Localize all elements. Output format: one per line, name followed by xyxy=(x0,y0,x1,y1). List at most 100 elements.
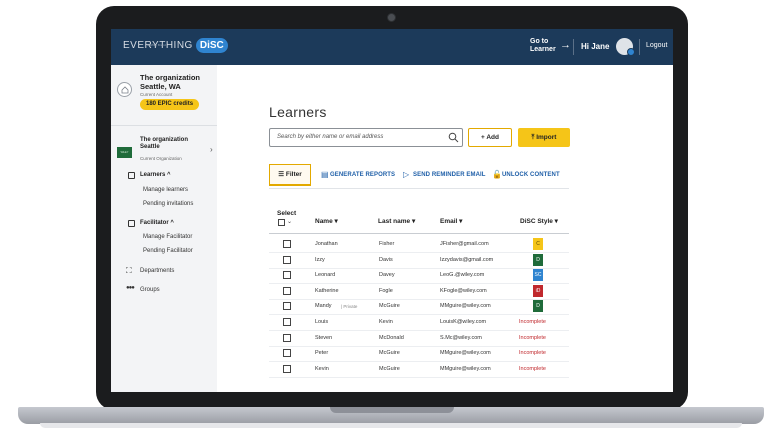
unlock-content-button[interactable]: UNLOCK CONTENT xyxy=(502,172,560,178)
row-checkbox[interactable] xyxy=(283,364,291,373)
unlock-icon: 🔓 xyxy=(492,170,502,179)
import-button[interactable]: ⤒ Import xyxy=(518,128,570,147)
select-column-header: Select xyxy=(277,210,297,217)
toolbar-divider xyxy=(269,188,569,189)
sliders-icon: ☰ xyxy=(278,171,286,178)
cell-name: Izzy xyxy=(315,256,325,263)
sidebar-item-manage-learners[interactable]: Manage learners xyxy=(143,187,188,193)
table-row[interactable]: Katherine Fogle KFogle@wiley.com iD xyxy=(269,284,569,300)
table-row[interactable]: Louis Kevin LouisK@wiley.com Incomplete xyxy=(269,315,569,331)
chevron-right-icon[interactable]: › xyxy=(210,145,213,154)
cell-last-name: McGuire xyxy=(379,350,400,357)
row-checkbox[interactable] xyxy=(283,255,291,264)
row-checkbox[interactable] xyxy=(283,286,291,295)
filter-button[interactable]: ☰ Filter xyxy=(269,164,311,186)
cell-last-name: Kevin xyxy=(379,319,393,325)
chevron-down-icon[interactable]: ⌄ xyxy=(287,218,292,225)
cell-last-name: McDonald xyxy=(379,334,404,341)
disc-style-column-header[interactable]: DiSC Style ▾ xyxy=(520,217,558,225)
cell-name: Katherine xyxy=(315,287,339,294)
stage: EVERYTHING DiSC A Wiley Brand Go to Lear… xyxy=(0,0,781,430)
learners-icon xyxy=(128,172,135,179)
send-icon: ▷ xyxy=(403,170,410,179)
sidebar-item-groups[interactable]: Groups xyxy=(140,287,160,293)
incomplete-status: Incomplete xyxy=(519,350,546,357)
sidebar-item-pending-invitations[interactable]: Pending invitations xyxy=(143,201,193,207)
incomplete-status: Incomplete xyxy=(519,319,546,325)
sidebar-item-pending-facilitator[interactable]: Pending Facilitator xyxy=(143,248,193,254)
row-checkbox[interactable] xyxy=(283,318,291,326)
disc-style-badge: D xyxy=(533,253,543,266)
cell-email: MMguire@wiley.com xyxy=(440,365,491,372)
add-button[interactable]: + Add xyxy=(468,128,512,147)
table-row[interactable]: Izzy Davis Izzydavis@gmail.com D xyxy=(269,253,569,269)
avatar-badge-icon xyxy=(627,48,635,56)
cell-name: Louis xyxy=(315,319,329,325)
disc-style-badge: D xyxy=(533,300,543,313)
sidebar-item-learners[interactable]: Learners ^ xyxy=(140,172,171,178)
private-tag: | Private xyxy=(341,304,358,310)
table-row[interactable]: Steven McDonald S.Mc@wiley.com Incomplete xyxy=(269,331,569,347)
cell-name: Mandy xyxy=(315,303,332,310)
incomplete-status: Incomplete xyxy=(519,365,546,372)
cell-email: LeoG.@wiley.com xyxy=(440,272,485,279)
report-icon: ▤ xyxy=(321,170,329,179)
table-row[interactable]: Peter McGuire MMguire@wiley.com Incomplete xyxy=(269,346,569,363)
webcam xyxy=(387,13,396,22)
table-row[interactable]: Mandy | Private McGuire MMguire@wiley.com D xyxy=(269,299,569,316)
disc-style-badge: C xyxy=(533,238,543,250)
cell-name: Leonard xyxy=(315,272,336,279)
cell-last-name: Fisher xyxy=(379,241,395,247)
table-row[interactable]: Jonathan Fisher JFisher@gmail.com C xyxy=(269,237,569,253)
filter-label: Filter xyxy=(285,171,302,178)
row-checkbox[interactable] xyxy=(283,240,291,248)
go-to-learner-link[interactable]: Go to Learner xyxy=(530,38,556,54)
account-subtitle: Current Account xyxy=(140,92,173,97)
last-name-column-header[interactable]: Last name ▾ xyxy=(378,217,415,225)
row-checkbox[interactable] xyxy=(283,333,291,342)
cell-name: Kevin xyxy=(315,365,329,372)
search-icon[interactable] xyxy=(448,132,459,143)
search-placeholder: Search by either name or email address xyxy=(277,134,384,140)
email-column-header[interactable]: Email ▾ xyxy=(440,217,462,225)
incomplete-status: Incomplete xyxy=(519,334,546,341)
table-row[interactable]: Kevin McGuire MMguire@wiley.com Incomplete xyxy=(269,362,569,378)
org-subtitle: Current Organization xyxy=(140,156,182,161)
departments-icon: ⛶ xyxy=(126,266,132,275)
groups-icon: ●●● xyxy=(126,285,135,291)
home-icon xyxy=(117,82,132,97)
logo-subtitle: A Wiley Brand xyxy=(147,43,166,47)
row-checkbox[interactable] xyxy=(283,302,291,311)
cell-email: MMguire@wiley.com xyxy=(440,350,491,357)
sidebar-item-departments[interactable]: Departments xyxy=(140,268,174,274)
cell-email: Izzydavis@gmail.com xyxy=(440,256,494,263)
cell-name: Peter xyxy=(315,350,329,357)
name-column-header[interactable]: Name ▾ xyxy=(315,217,338,225)
disc-style-badge: iD xyxy=(533,284,543,297)
cell-name: Jonathan xyxy=(315,241,338,247)
topbar-divider xyxy=(573,39,574,55)
row-checkbox[interactable] xyxy=(283,349,291,358)
send-reminder-email-button[interactable]: SEND REMINDER EMAIL xyxy=(413,172,486,178)
sidebar: The organization Seattle, WA Current Acc… xyxy=(111,65,217,392)
disc-style-badge: SC xyxy=(533,269,543,282)
sidebar-divider xyxy=(111,125,217,126)
row-checkbox[interactable] xyxy=(283,271,291,280)
generate-reports-button[interactable]: GENERATE REPORTS xyxy=(330,172,395,178)
cell-last-name: McGuire xyxy=(379,303,400,310)
select-all-checkbox[interactable] xyxy=(278,219,285,226)
org-name[interactable]: The organization Seattle xyxy=(140,137,200,151)
arrow-right-icon[interactable]: → xyxy=(560,39,571,51)
laptop-notch xyxy=(330,407,454,413)
app-screen: EVERYTHING DiSC A Wiley Brand Go to Lear… xyxy=(111,29,673,392)
facilitator-icon xyxy=(128,220,135,227)
cell-email: LouisK@wiley.com xyxy=(440,319,487,325)
table-row[interactable]: Leonard Davey LeoG.@wiley.com SC xyxy=(269,268,569,285)
logout-button[interactable]: Logout xyxy=(646,42,667,49)
everything-disc-logo[interactable]: EVERYTHING DiSC xyxy=(123,38,228,53)
search-input[interactable]: Search by either name or email address xyxy=(269,128,463,147)
org-logo: WILEY xyxy=(117,147,132,158)
sidebar-item-manage-facilitator[interactable]: Manage Facilitator xyxy=(143,234,192,240)
sidebar-item-facilitator[interactable]: Facilitator ^ xyxy=(140,220,174,226)
cell-email: S.Mc@wiley.com xyxy=(440,334,482,341)
